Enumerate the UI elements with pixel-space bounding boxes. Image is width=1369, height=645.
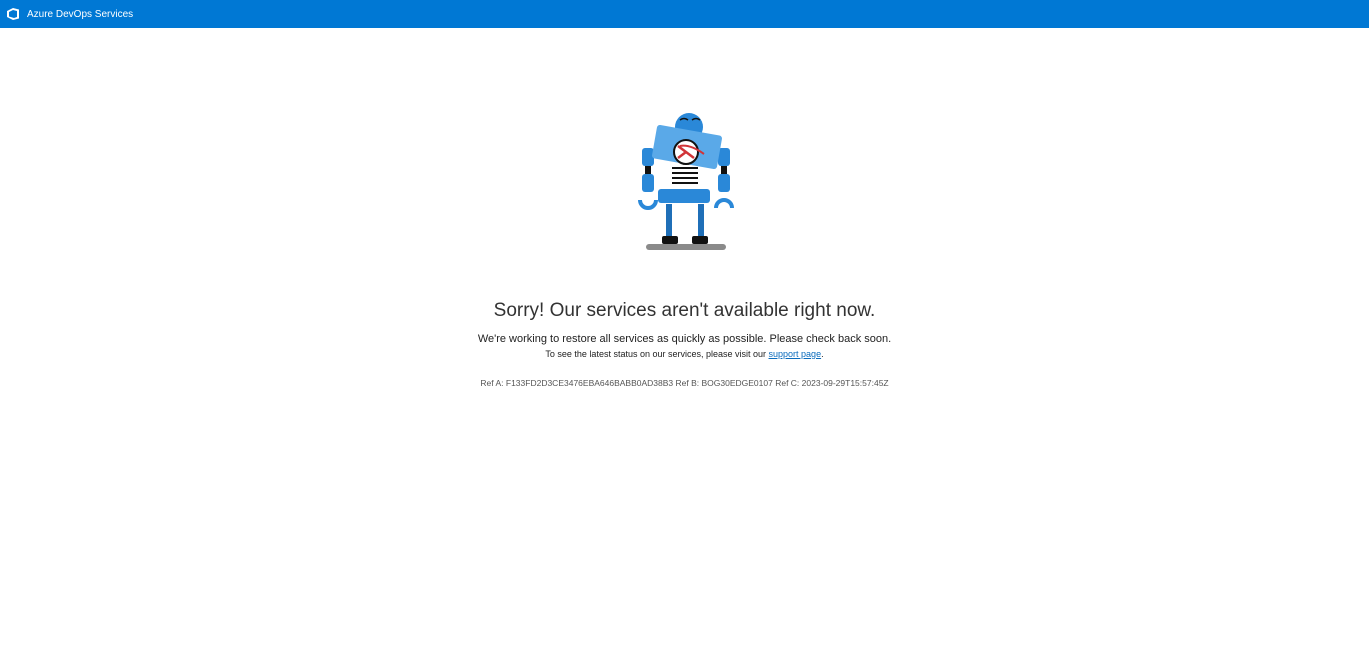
reference-ids: Ref A: F133FD2D3CE3476EBA646BABB0AD38B3 … bbox=[480, 378, 889, 388]
error-headline: Sorry! Our services aren't available rig… bbox=[493, 300, 876, 321]
status-suffix: . bbox=[821, 349, 824, 359]
error-content: Sorry! Our services aren't available rig… bbox=[0, 298, 1369, 389]
error-message: We're working to restore all services as… bbox=[477, 333, 892, 345]
azure-devops-logo-icon[interactable] bbox=[6, 7, 20, 21]
status-message: To see the latest status on our services… bbox=[0, 348, 1369, 360]
support-page-link[interactable]: support page bbox=[769, 349, 822, 359]
sad-robot-illustration bbox=[634, 112, 738, 254]
top-bar: Azure DevOps Services bbox=[0, 0, 1369, 28]
status-prefix: To see the latest status on our services… bbox=[545, 349, 769, 359]
brand-title[interactable]: Azure DevOps Services bbox=[27, 9, 133, 20]
